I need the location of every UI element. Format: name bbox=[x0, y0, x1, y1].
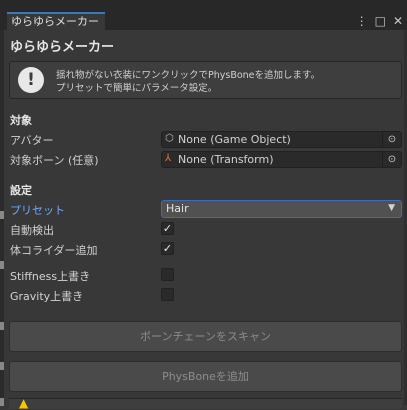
game-object-icon: ⬡ bbox=[165, 133, 174, 144]
stiffness-override-label: Stiffness上書き bbox=[10, 270, 91, 283]
transform-icon: ⅄ bbox=[165, 153, 172, 164]
kebab-menu-icon[interactable]: ⋮ bbox=[356, 13, 368, 29]
checkmark-icon: ✓ bbox=[162, 242, 173, 255]
object-picker-icon[interactable]: ⊙ bbox=[382, 132, 401, 147]
scan-bone-chain-button[interactable]: ボーンチェーンをスキャン bbox=[9, 321, 402, 352]
target-bone-value: None (Transform) bbox=[178, 153, 274, 166]
help-text-line2: プリセットで簡単にパラメータ設定。 bbox=[56, 83, 218, 94]
add-physbone-button[interactable]: PhysBoneを追加 bbox=[9, 361, 402, 392]
maximize-icon[interactable]: □ bbox=[375, 13, 386, 29]
tab-bar: ゆらゆらメーカー ⋮ □ ✕ bbox=[0, 0, 407, 30]
preset-label: プリセット bbox=[10, 204, 65, 217]
body-collider-label: 体コライダー追加 bbox=[10, 244, 98, 257]
warning-icon: ▲ bbox=[19, 396, 29, 410]
target-section-heading: 対象 bbox=[10, 114, 32, 127]
dock-marker bbox=[0, 362, 4, 370]
dock-marker bbox=[0, 211, 4, 219]
settings-section-heading: 設定 bbox=[10, 184, 32, 197]
dock-marker bbox=[0, 322, 4, 330]
warning-box: ▲ bbox=[9, 396, 402, 410]
object-picker-icon[interactable]: ⊙ bbox=[382, 152, 401, 167]
page-title: ゆらゆらメーカー bbox=[10, 40, 115, 55]
body-collider-checkbox[interactable]: ✓ bbox=[161, 242, 174, 255]
target-bone-label: 対象ボーン (任意) bbox=[10, 154, 99, 167]
close-icon[interactable]: ✕ bbox=[393, 13, 403, 29]
help-text-line1: 揺れ物がない衣装にワンクリックでPhysBoneを追加します。 bbox=[56, 70, 321, 81]
left-dock-strip bbox=[0, 30, 4, 406]
gravity-override-checkbox[interactable] bbox=[161, 288, 174, 301]
window-controls: ⋮ □ ✕ bbox=[356, 12, 403, 30]
dock-marker bbox=[0, 261, 4, 269]
gravity-override-label: Gravity上書き bbox=[10, 290, 84, 303]
help-box: ! 揺れ物がない衣装にワンクリックでPhysBoneを追加します。 プリセットで… bbox=[9, 61, 402, 99]
auto-detect-label: 自動検出 bbox=[10, 224, 54, 237]
preset-value: Hair bbox=[166, 202, 189, 215]
avatar-label: アバター bbox=[10, 134, 54, 147]
target-bone-field[interactable]: ⅄ None (Transform) ⊙ bbox=[161, 151, 402, 168]
auto-detect-checkbox[interactable]: ✓ bbox=[161, 222, 174, 235]
preset-dropdown[interactable]: Hair ▼ bbox=[161, 200, 402, 218]
checkmark-icon: ✓ bbox=[162, 222, 173, 235]
avatar-field[interactable]: ⬡ None (Game Object) ⊙ bbox=[161, 131, 402, 148]
chevron-down-icon: ▼ bbox=[388, 203, 395, 213]
avatar-value: None (Game Object) bbox=[178, 133, 291, 146]
stiffness-override-checkbox[interactable] bbox=[161, 268, 174, 281]
tab-yurayura-maker[interactable]: ゆらゆらメーカー bbox=[7, 12, 105, 30]
info-icon: ! bbox=[18, 67, 44, 93]
